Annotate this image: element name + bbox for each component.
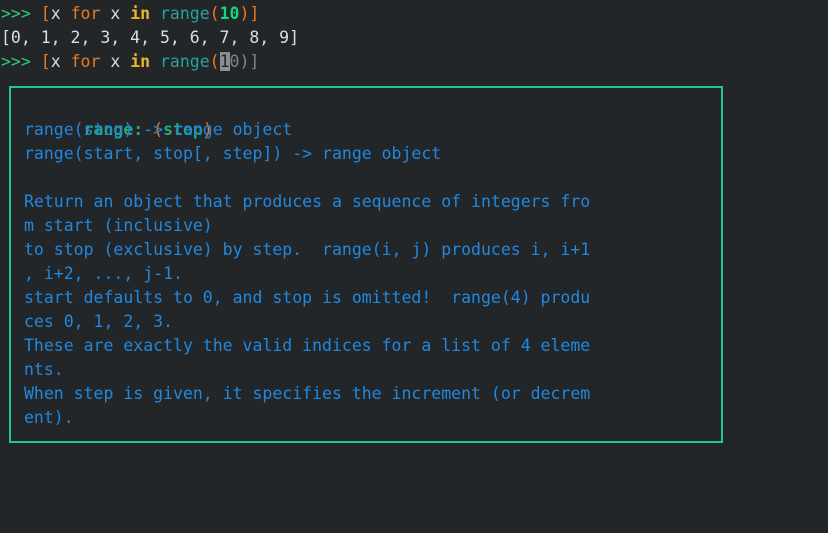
repl-token: for [71, 52, 101, 71]
repl-token [120, 4, 130, 23]
docstring-line: start defaults to 0, and stop is omitted… [24, 286, 721, 310]
repl-token: x [110, 4, 120, 23]
repl-token [150, 52, 160, 71]
repl-token: ] [249, 4, 259, 23]
repl-token: range [160, 52, 210, 71]
docstring-line: nts. [24, 358, 721, 382]
docstring-line: These are exactly the valid indices for … [24, 334, 721, 358]
repl-token [120, 52, 130, 71]
repl-token: ] [249, 52, 259, 71]
repl-token: ) [239, 52, 249, 71]
repl-token: [ [41, 52, 51, 71]
docstring-line: ent). [24, 406, 721, 430]
docstring-blank-line [24, 166, 721, 190]
docstring-line: range(start, stop[, step]) -> range obje… [24, 142, 721, 166]
repl-token: x [51, 52, 61, 71]
repl-token: 10 [220, 4, 240, 23]
repl-token: 0 [230, 52, 240, 71]
repl-token: >>> [1, 4, 31, 23]
repl-token: range [160, 4, 210, 23]
repl-token [61, 4, 71, 23]
repl-input-line[interactable]: >>> [x for x in range(10)] [0, 50, 828, 74]
docstring-tooltip: range: (stop) range(stop) -> range objec… [9, 86, 723, 443]
docstring-line: When step is given, it specifies the inc… [24, 382, 721, 406]
repl-token: 1 [220, 52, 230, 71]
repl-token [150, 4, 160, 23]
repl-token: >>> [1, 52, 31, 71]
repl-token [100, 4, 110, 23]
repl-token: in [130, 52, 150, 71]
repl-token: x [51, 4, 61, 23]
docstring-line: m start (inclusive) [24, 214, 721, 238]
terminal-window[interactable]: >>> [x for x in range(10)] [0, 1, 2, 3, … [0, 0, 828, 533]
docstring-line: Return an object that produces a sequenc… [24, 190, 721, 214]
repl-token: ( [210, 4, 220, 23]
docstring-line: range(stop) -> range object [24, 118, 721, 142]
repl-token [31, 52, 41, 71]
repl-token: ( [210, 52, 220, 71]
docstring-signature: range: (stop) [24, 94, 721, 118]
docstring-line: , i+2, ..., j-1. [24, 262, 721, 286]
repl-console[interactable]: >>> [x for x in range(10)] [0, 1, 2, 3, … [0, 2, 828, 74]
repl-token: in [130, 4, 150, 23]
repl-token: [ [41, 4, 51, 23]
docstring-line: to stop (exclusive) by step. range(i, j)… [24, 238, 721, 262]
repl-token: ) [239, 4, 249, 23]
docstring-body: range(stop) -> range objectrange(start, … [24, 118, 721, 430]
repl-token [61, 52, 71, 71]
repl-token [31, 4, 41, 23]
docstring-line: ces 0, 1, 2, 3. [24, 310, 721, 334]
repl-token: [0, 1, 2, 3, 4, 5, 6, 7, 8, 9] [1, 28, 299, 47]
repl-input-line: >>> [x for x in range(10)] [0, 2, 828, 26]
repl-token: x [110, 52, 120, 71]
repl-output-line: [0, 1, 2, 3, 4, 5, 6, 7, 8, 9] [0, 26, 828, 50]
repl-token [100, 52, 110, 71]
repl-token: for [71, 4, 101, 23]
